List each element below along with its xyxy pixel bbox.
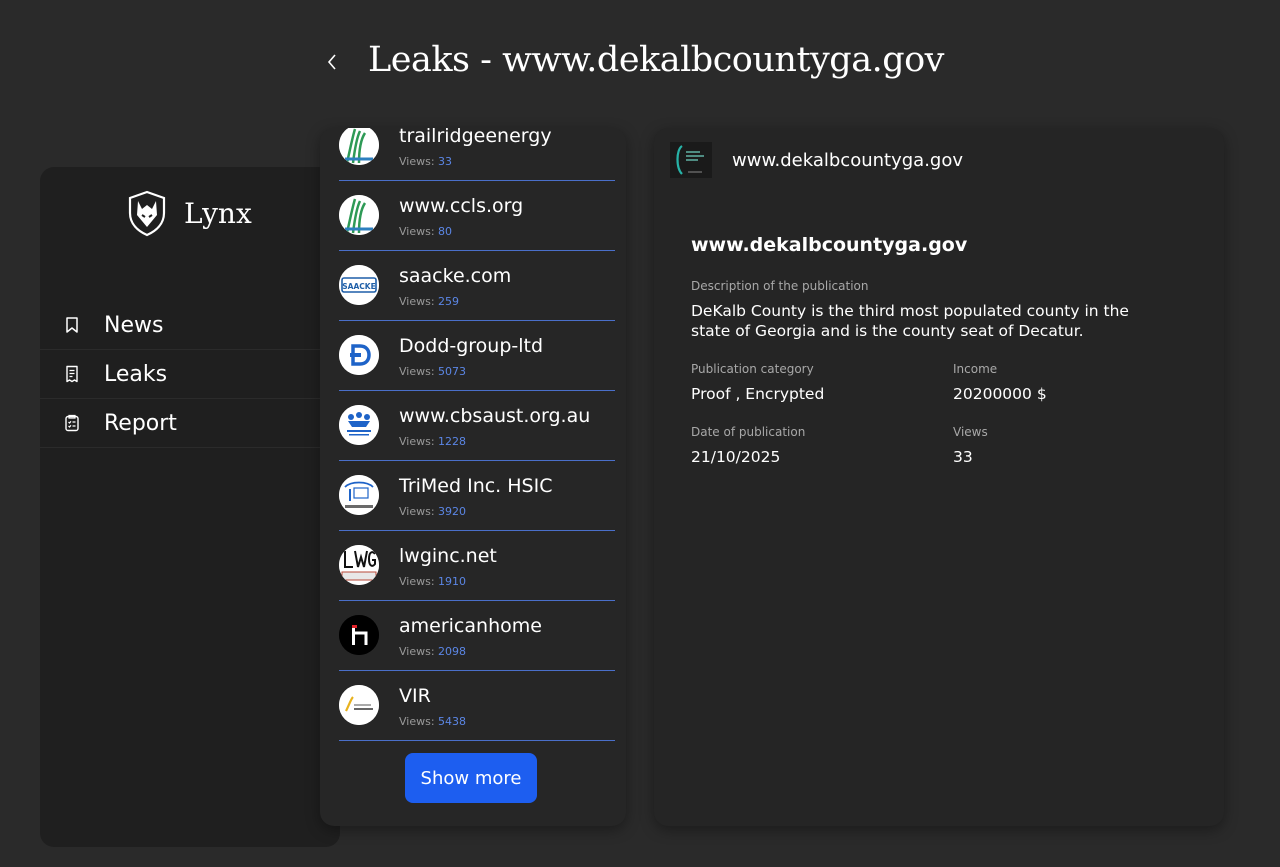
bookmark-icon bbox=[66, 317, 78, 333]
description-label: Description of the publication bbox=[691, 279, 869, 293]
item-name: Dodd-group-ltd bbox=[399, 335, 544, 357]
item-name: www.ccls.org bbox=[399, 195, 524, 217]
views-label: Views bbox=[953, 425, 988, 439]
item-name: www.cbsaust.org.au bbox=[399, 405, 591, 427]
sidebar-item-label: News bbox=[104, 312, 164, 338]
leaks-list[interactable]: trailridgeenergy Views: 33 www.ccls.org … bbox=[320, 128, 626, 826]
item-name: TriMed Inc. HSIC bbox=[399, 475, 553, 497]
item-views: Views: 5073 bbox=[399, 365, 467, 378]
company-logo bbox=[339, 335, 379, 375]
svg-text:SAACKE: SAACKE bbox=[342, 282, 375, 291]
sidebar-nav: News Leaks Report bbox=[40, 301, 340, 448]
description-text: DeKalb County is the third most populate… bbox=[691, 302, 1129, 340]
show-more-button[interactable]: Show more bbox=[405, 753, 537, 803]
date-label: Date of publication bbox=[691, 425, 806, 439]
company-logo bbox=[339, 128, 379, 165]
item-name: trailridgeenergy bbox=[399, 128, 552, 147]
brand-name: Lynx bbox=[184, 196, 252, 230]
sidebar: Lynx News Leaks Report bbox=[40, 167, 340, 847]
company-logo bbox=[670, 142, 712, 178]
receipt-icon bbox=[66, 365, 78, 383]
list-item[interactable]: americanhome Views: 2098 bbox=[339, 601, 615, 671]
item-name: VIR bbox=[399, 685, 431, 707]
list-item[interactable]: VIR Views: 5438 bbox=[339, 671, 615, 741]
item-views: Views: 33 bbox=[399, 155, 453, 168]
views-value: 33 bbox=[953, 448, 973, 466]
chevron-left-icon bbox=[327, 54, 336, 70]
leak-detail: www.dekalbcountyga.gov www.dekalbcountyg… bbox=[654, 128, 1224, 826]
sidebar-item-report[interactable]: Report bbox=[40, 399, 340, 448]
brand[interactable]: Lynx bbox=[124, 189, 252, 237]
detail-title: www.dekalbcountyga.gov bbox=[691, 234, 968, 256]
item-name: americanhome bbox=[399, 615, 542, 637]
item-name: saacke.com bbox=[399, 265, 512, 287]
back-button[interactable] bbox=[322, 50, 342, 74]
list-item[interactable]: www.ccls.org Views: 80 bbox=[339, 181, 615, 251]
lynx-logo-icon bbox=[128, 190, 166, 237]
company-logo bbox=[339, 685, 379, 725]
company-logo bbox=[339, 545, 379, 585]
list-item[interactable]: TriMed Inc. HSIC Views: 3920 bbox=[339, 461, 615, 531]
list-item[interactable]: Dodd-group-ltd Views: 5073 bbox=[339, 321, 615, 391]
item-views: Views: 5438 bbox=[399, 715, 467, 728]
item-views: Views: 2098 bbox=[399, 645, 467, 658]
sidebar-item-label: Leaks bbox=[104, 361, 168, 387]
list-item[interactable]: trailridgeenergy Views: 33 bbox=[339, 128, 615, 181]
item-views: Views: 259 bbox=[399, 295, 460, 308]
sidebar-item-label: Report bbox=[104, 410, 177, 436]
company-logo bbox=[339, 195, 379, 235]
category-label: Publication category bbox=[691, 362, 814, 376]
detail-domain: www.dekalbcountyga.gov bbox=[732, 149, 964, 171]
date-value: 21/10/2025 bbox=[691, 448, 781, 466]
income-label: Income bbox=[953, 362, 998, 376]
category-value: Proof , Encrypted bbox=[691, 385, 825, 403]
item-views: Views: 1228 bbox=[399, 435, 467, 448]
item-views: Views: 3920 bbox=[399, 505, 467, 518]
list-item[interactable]: www.cbsaust.org.au Views: 1228 bbox=[339, 391, 615, 461]
company-logo bbox=[339, 475, 379, 515]
item-views: Views: 1910 bbox=[399, 575, 467, 588]
item-views: Views: 80 bbox=[399, 225, 453, 238]
item-name: lwginc.net bbox=[399, 545, 497, 567]
list-item[interactable]: SAACKE saacke.com Views: 259 bbox=[339, 251, 615, 321]
page-title: Leaks - www.dekalbcountyga.gov bbox=[368, 40, 944, 80]
income-value: 20200000 $ bbox=[953, 385, 1047, 403]
list-item[interactable]: lwginc.net Views: 1910 bbox=[339, 531, 615, 601]
sidebar-item-leaks[interactable]: Leaks bbox=[40, 350, 340, 399]
company-logo: SAACKE bbox=[339, 265, 379, 305]
company-logo bbox=[339, 405, 379, 445]
company-logo bbox=[339, 615, 379, 655]
sidebar-item-news[interactable]: News bbox=[40, 301, 340, 350]
detail-header: www.dekalbcountyga.gov bbox=[670, 142, 963, 178]
clipboard-check-icon bbox=[65, 414, 79, 432]
